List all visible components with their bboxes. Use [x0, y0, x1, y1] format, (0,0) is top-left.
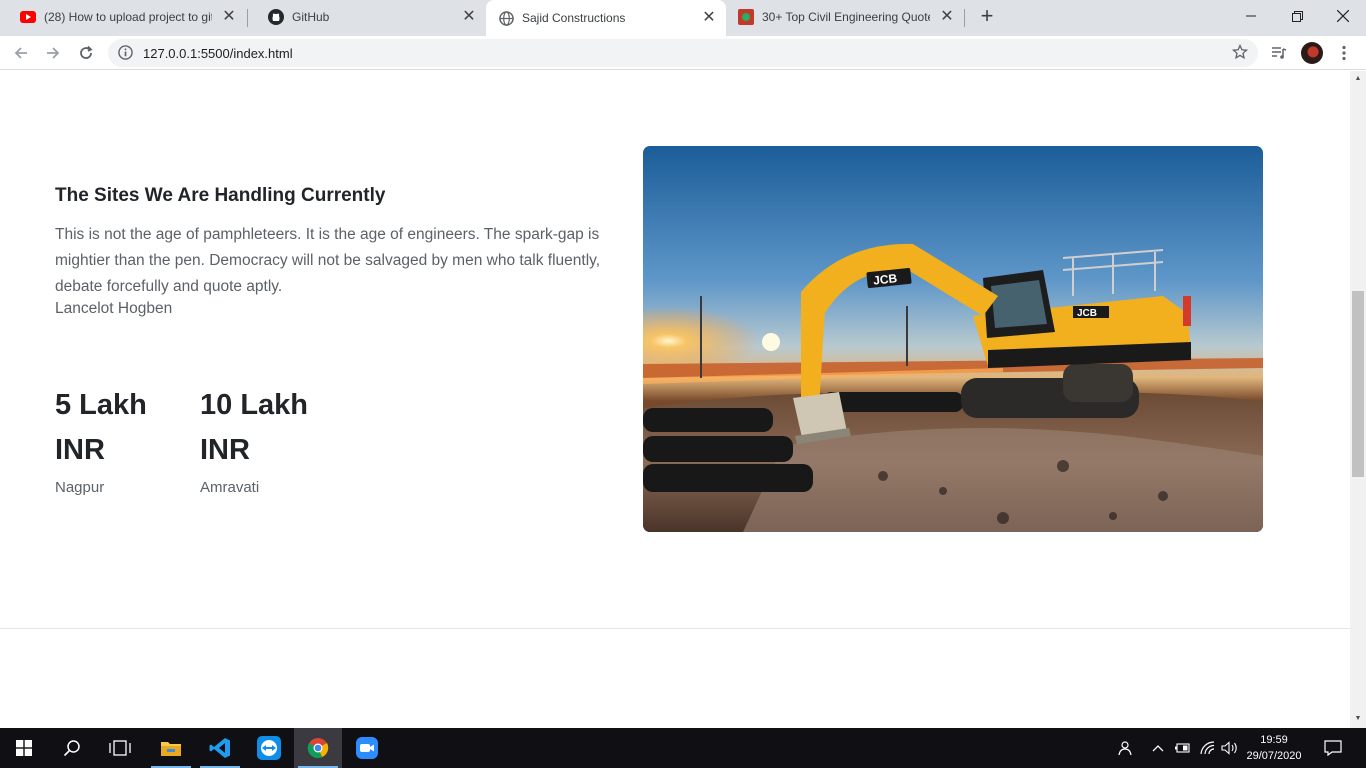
chrome-icon[interactable]	[294, 728, 342, 768]
show-hidden-icons-icon[interactable]	[1148, 728, 1168, 768]
task-view-icon[interactable]	[96, 728, 144, 768]
close-tab-icon[interactable]: ✕	[938, 8, 956, 26]
browser-menu-icon[interactable]	[1332, 41, 1356, 65]
tab-civil-quotes[interactable]: 30+ Top Civil Engineering Quotes ✕	[726, 0, 964, 34]
stat-amount: 5 Lakh INR	[55, 389, 147, 466]
close-tab-icon[interactable]: ✕	[700, 9, 718, 27]
close-window-button[interactable]	[1320, 0, 1366, 32]
section-title: The Sites We Are Handling Currently	[55, 185, 386, 206]
github-icon	[268, 9, 284, 25]
stat-city: Nagpur	[55, 479, 105, 496]
tab-title: GitHub	[292, 10, 330, 24]
teamviewer-icon[interactable]	[245, 728, 293, 768]
browser-toolbar: 127.0.0.1:5500/index.html	[0, 36, 1366, 70]
svg-text:JCB: JCB	[872, 271, 898, 287]
quotes-site-icon	[738, 9, 754, 25]
bookmark-star-icon[interactable]	[1231, 43, 1249, 65]
back-button[interactable]	[9, 41, 33, 65]
scrollbar-thumb[interactable]	[1352, 291, 1364, 477]
stat-amravati: 10 Lakh INR Amravati	[200, 383, 310, 496]
media-control-icon[interactable]	[1267, 41, 1291, 65]
site-info-icon[interactable]	[118, 45, 133, 65]
windows-taskbar: 19:59 29/07/2020	[0, 728, 1366, 768]
stat-nagpur: 5 Lakh INR Nagpur	[55, 383, 165, 496]
tab-youtube[interactable]: (28) How to upload project to git ✕	[0, 0, 246, 34]
tab-divider	[964, 9, 965, 27]
battery-icon[interactable]	[1172, 728, 1192, 768]
page-scrollbar[interactable]: ▲ ▼	[1350, 71, 1366, 728]
system-clock[interactable]: 19:59 29/07/2020	[1240, 732, 1308, 764]
zoom-icon[interactable]	[343, 728, 391, 768]
scroll-up-icon[interactable]: ▲	[1354, 75, 1362, 83]
search-icon[interactable]	[48, 728, 96, 768]
tab-sajid-constructions[interactable]: Sajid Constructions ✕	[486, 0, 726, 36]
profile-avatar[interactable]	[1300, 41, 1324, 65]
wifi-icon[interactable]	[1198, 728, 1218, 768]
vscode-icon[interactable]	[196, 728, 244, 768]
quote-author: Lancelot Hogben	[55, 300, 173, 317]
minimize-button[interactable]	[1228, 0, 1274, 32]
section-divider	[0, 628, 1350, 629]
stat-city: Amravati	[200, 479, 260, 496]
excavator-photo: JCB JCB	[643, 146, 1263, 532]
youtube-icon	[20, 9, 36, 25]
svg-text:JCB: JCB	[1077, 308, 1097, 319]
windows-start-icon[interactable]	[0, 728, 48, 768]
file-explorer-icon[interactable]	[147, 728, 195, 768]
volume-icon[interactable]	[1220, 728, 1240, 768]
scroll-down-icon[interactable]: ▼	[1354, 715, 1362, 723]
close-tab-icon[interactable]: ✕	[460, 8, 478, 26]
reload-button[interactable]	[74, 41, 98, 65]
close-tab-icon[interactable]: ✕	[220, 8, 238, 26]
tab-strip: (28) How to upload project to git ✕ GitH…	[0, 0, 1366, 36]
quote-text: This is not the age of pamphleteers. It …	[55, 226, 601, 295]
people-icon[interactable]	[1112, 728, 1136, 768]
restore-button[interactable]	[1274, 0, 1320, 32]
tab-title: Sajid Constructions	[522, 11, 626, 25]
new-tab-button[interactable]: +	[976, 5, 998, 28]
clock-date: 29/07/2020	[1246, 750, 1302, 762]
tab-title: (28) How to upload project to git	[44, 10, 212, 24]
page-viewport: The Sites We Are Handling Currently This…	[0, 71, 1350, 728]
tab-title: 30+ Top Civil Engineering Quotes	[762, 10, 930, 24]
tab-github[interactable]: GitHub ✕	[248, 0, 486, 34]
forward-button[interactable]	[41, 41, 65, 65]
notifications-icon[interactable]	[1320, 728, 1346, 768]
stat-amount: 10 Lakh INR	[200, 389, 308, 466]
address-bar[interactable]: 127.0.0.1:5500/index.html	[108, 39, 1258, 67]
globe-icon	[498, 10, 514, 26]
clock-time: 19:59	[1260, 734, 1288, 746]
url-text[interactable]: 127.0.0.1:5500/index.html	[143, 46, 293, 61]
